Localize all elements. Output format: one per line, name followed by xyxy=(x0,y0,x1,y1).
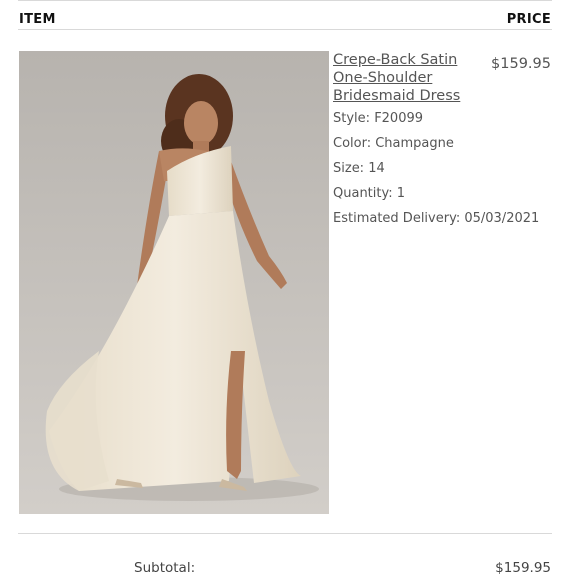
style-label: Style: xyxy=(333,111,371,126)
summary-divider xyxy=(18,533,552,534)
style-row: Style: F20099 xyxy=(333,111,423,126)
product-image[interactable] xyxy=(19,51,329,514)
quantity-value: 1 xyxy=(396,186,406,201)
delivery-row: Estimated Delivery: 05/03/2021 xyxy=(333,211,539,226)
product-title-link[interactable]: Crepe-Back Satin One-Shoulder Bridesmaid… xyxy=(333,51,491,105)
size-label: Size: xyxy=(333,161,365,176)
quantity-label: Quantity: xyxy=(333,186,393,201)
delivery-label: Estimated Delivery: xyxy=(333,211,461,226)
top-divider xyxy=(18,0,552,1)
color-row: Color: Champagne xyxy=(333,136,454,151)
size-row: Size: 14 xyxy=(333,161,385,176)
item-column-header: ITEM xyxy=(19,12,56,27)
color-value: Champagne xyxy=(375,136,454,151)
color-label: Color: xyxy=(333,136,372,151)
style-value: F20099 xyxy=(374,111,424,126)
item-price: $159.95 xyxy=(491,56,551,72)
subtotal-label: Subtotal: xyxy=(134,560,196,576)
quantity-row: Quantity: 1 xyxy=(333,186,405,201)
dress-model-illustration xyxy=(45,74,319,501)
size-value: 14 xyxy=(368,161,385,176)
delivery-value: 05/03/2021 xyxy=(464,211,540,226)
subtotal-value: $159.95 xyxy=(495,560,551,576)
price-column-header: PRICE xyxy=(506,12,551,27)
header-divider xyxy=(18,29,552,30)
